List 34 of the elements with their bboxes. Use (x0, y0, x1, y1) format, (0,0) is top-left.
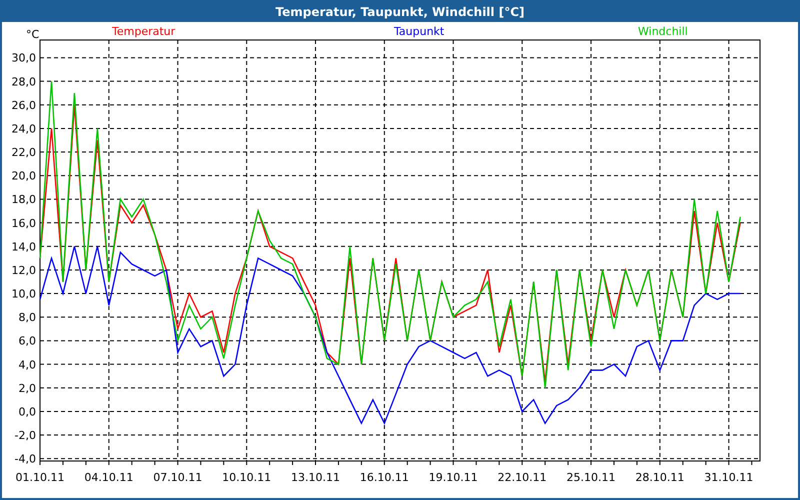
y-tick-label: 8,0 (18, 311, 36, 324)
x-tick-label: 16.10.11 (360, 471, 409, 484)
x-tick-label: 31.10.11 (704, 471, 754, 484)
y-tick-label: 26,0 (12, 98, 36, 112)
x-tick-label: 25.10.11 (566, 471, 616, 484)
y-tick-label: 30,0 (12, 52, 36, 65)
x-tick-label: 28.10.11 (635, 471, 684, 484)
x-tick-label: 10.10.11 (222, 471, 272, 484)
legend-label: Temperatur (112, 25, 176, 38)
x-tick-label: 22.10.11 (498, 471, 547, 484)
y-tick-label: 12,0 (12, 264, 36, 277)
y-tick-label: 20,0 (12, 170, 36, 183)
y-tick-label: 16,0 (12, 216, 36, 230)
y-tick-label: 6,0 (18, 334, 36, 348)
x-tick-label: 19.10.11 (428, 471, 478, 484)
x-tick-label: 13.10.11 (291, 471, 340, 484)
legend-label: Windchill (638, 25, 688, 38)
y-tick-label: 22,0 (12, 146, 36, 160)
legend-label: Taupunkt (394, 25, 444, 38)
x-tick-label: 01.10.11 (16, 471, 64, 484)
x-tick-label: 04.10.11 (84, 471, 134, 484)
y-tick-label: 10,0 (12, 288, 36, 301)
y-tick-label: 2,0 (18, 382, 36, 395)
y-tick-label: 28,0 (12, 75, 36, 88)
y-tick-label: 0,0 (18, 405, 36, 418)
y-tick-label: 24,0 (12, 122, 36, 136)
window-title: Temperatur, Taupunkt, Windchill [°C] (276, 4, 524, 21)
y-axis-unit: °C (26, 28, 40, 41)
y-tick-label: 18,0 (12, 193, 36, 206)
y-tick-label: 4,0 (18, 358, 36, 372)
y-tick-label: -4,0 (14, 452, 36, 466)
x-tick-label: 07.10.11 (153, 471, 202, 484)
y-tick-label: 14,0 (12, 240, 36, 254)
y-tick-label: -2,0 (14, 429, 36, 442)
